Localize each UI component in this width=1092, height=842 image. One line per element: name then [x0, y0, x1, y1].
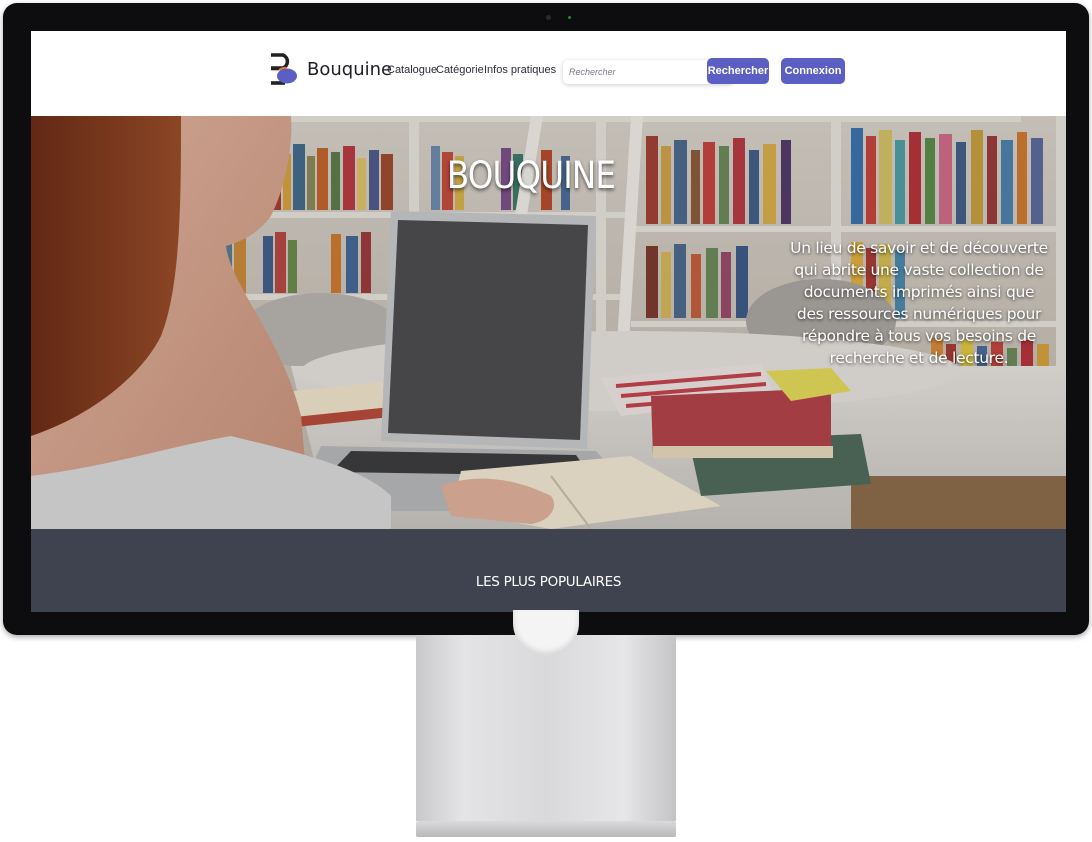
- popular-section: LES PLUS POPULAIRES: [31, 529, 1066, 612]
- monitor-stand-base: [416, 821, 676, 837]
- monitor-frame: Bouquine Catalogue Catégorie Infos prati…: [3, 3, 1089, 635]
- hero-banner: BOUQUINE Un lieu de savoir et de découve…: [31, 116, 1066, 529]
- camera-led-icon: [568, 16, 571, 19]
- login-button[interactable]: Connexion: [781, 58, 845, 84]
- hero-title: BOUQUINE: [446, 154, 616, 197]
- search-button[interactable]: Rechercher: [707, 58, 769, 84]
- nav-link-infos-pratiques[interactable]: Infos pratiques: [484, 64, 556, 76]
- navbar: Bouquine Catalogue Catégorie Infos prati…: [31, 31, 1066, 116]
- nav-link-catalogue[interactable]: Catalogue: [387, 64, 437, 76]
- camera-icon: [546, 15, 551, 20]
- brand-name[interactable]: Bouquine: [307, 59, 392, 80]
- hero-description: Un lieu de savoir et de découverte qui a…: [790, 239, 1048, 367]
- bouquine-logo-icon[interactable]: [269, 52, 300, 86]
- website-screen: Bouquine Catalogue Catégorie Infos prati…: [31, 31, 1066, 612]
- popular-section-title: LES PLUS POPULAIRES: [475, 574, 622, 590]
- nav-link-categorie[interactable]: Catégorie: [436, 64, 484, 76]
- monitor-stand: [416, 635, 676, 821]
